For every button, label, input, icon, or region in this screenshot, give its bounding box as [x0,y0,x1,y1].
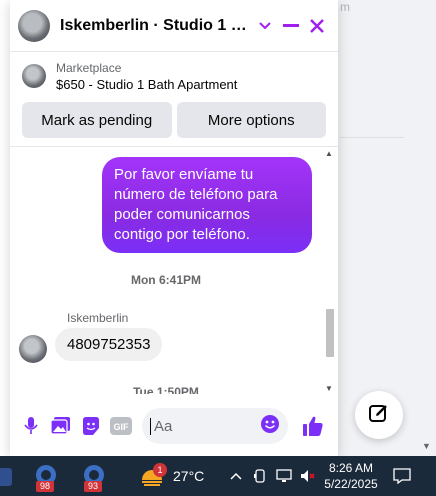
gif-icon[interactable]: GIF [106,411,136,441]
network-icon[interactable] [274,466,294,486]
volume-muted-icon[interactable] [298,466,318,486]
weather-badge: 1 [153,463,167,477]
taskbar-app-partial[interactable] [0,462,14,490]
thumbs-up-icon[interactable] [298,411,328,441]
message-input[interactable] [150,417,250,435]
system-clock[interactable]: 8:26 AM 5/22/2025 [322,460,380,492]
taskbar-badge: 93 [84,481,103,492]
chat-title[interactable]: Iskemberlin · Studio 1 Bath... [60,17,252,35]
taskbar-app-browser[interactable]: 98 [32,462,60,492]
mark-as-pending-button[interactable]: Mark as pending [22,102,172,138]
microphone-icon[interactable] [16,411,46,441]
thread-scrollbar[interactable]: ▲ ▼ [324,147,336,394]
outgoing-message[interactable]: Por favor envíame tu número de teléfono … [102,157,312,253]
background-divider [340,137,404,138]
listing-label: Marketplace [56,61,122,75]
page-scroll-down-arrow[interactable]: ▼ [422,441,431,451]
chat-window: Iskemberlin · Studio 1 Bath... Marketpla… [10,0,338,456]
message-thread[interactable]: Por favor envíame tu número de teléfono … [10,146,338,394]
minimize-icon[interactable] [278,13,304,39]
notification-icon[interactable] [392,466,412,486]
message-input-box[interactable] [142,408,288,444]
sticker-icon[interactable] [76,411,106,441]
new-message-button[interactable] [355,391,403,439]
chevron-up-icon[interactable] [226,466,246,486]
clock-time: 8:26 AM [328,461,374,475]
listing-thumbnail [22,64,46,88]
background-text: m [340,0,350,14]
device-icon[interactable] [250,466,270,486]
incoming-message[interactable]: 4809752353 [55,328,163,361]
temperature: 27°C [173,468,205,484]
emoji-icon[interactable] [260,414,280,439]
scroll-down-arrow[interactable]: ▼ [325,384,333,393]
marketplace-listing[interactable]: Marketplace $650 - Studio 1 Bath Apartme… [10,52,338,94]
svg-text:GIF: GIF [114,422,130,432]
chat-header: Iskemberlin · Studio 1 Bath... [10,0,338,52]
taskbar-badge: 98 [36,481,55,492]
sender-name: Iskemberlin [67,311,129,325]
message-timestamp: Mon 6:41PM [130,273,201,287]
clock-date: 5/22/2025 [324,477,378,491]
scroll-thumb[interactable] [326,309,334,357]
sender-avatar[interactable] [19,335,47,363]
listing-title: $650 - Studio 1 Bath Apartment [56,77,238,92]
taskbar-app-browser-2[interactable]: 93 [80,462,108,492]
chevron-down-icon[interactable] [252,13,278,39]
scroll-up-arrow[interactable]: ▲ [325,149,333,158]
contact-avatar[interactable] [18,9,50,42]
compose-icon [369,403,389,428]
background-side-panel [338,0,436,456]
listing-actions: Mark as pending More options [10,94,338,138]
windows-taskbar: 98 93 27°C 8:26 AM 5/22/2025 [0,456,436,496]
message-composer: GIF [10,404,338,448]
photo-icon[interactable] [46,411,76,441]
close-icon[interactable] [304,13,330,39]
message-timestamp: Tue 1:50PM [133,385,199,394]
more-options-button[interactable]: More options [176,102,326,138]
